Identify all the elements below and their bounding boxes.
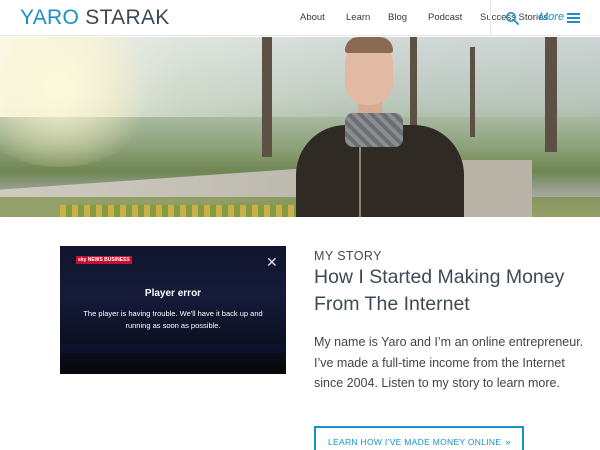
logo-first-name: YARO	[20, 6, 80, 29]
site-header: YARO STARAK About Learn Blog Podcast Suc…	[0, 0, 600, 36]
news-channel-logo: sky NEWS BUSINESS	[76, 256, 132, 264]
stone-bench	[462, 160, 532, 217]
section-eyebrow: MY STORY	[314, 249, 382, 263]
tree-trunk	[545, 37, 557, 152]
player-error-title: Player error	[144, 288, 202, 299]
tree-trunk	[262, 37, 272, 157]
story-headline: How I Started Making Money From The Inte…	[314, 266, 565, 315]
more-menu-label[interactable]: More	[539, 11, 564, 23]
nav-item-learn[interactable]: Learn	[346, 12, 370, 23]
hero-image	[0, 37, 600, 217]
player-error-message: The player is having trouble. We'll have…	[83, 309, 263, 330]
close-icon[interactable]: ✕	[266, 254, 278, 271]
lamp-post	[470, 47, 475, 137]
learn-more-label: LEARN HOW I’VE MADE MONEY ONLINE	[328, 437, 502, 447]
flower-bed	[60, 205, 300, 217]
story-body: My name is Yaro and I’m an online entrep…	[314, 335, 584, 390]
nav-item-blog[interactable]: Blog	[388, 12, 407, 23]
nav-item-about[interactable]: About	[300, 12, 325, 23]
nav-divider	[490, 0, 491, 36]
tree-trunk	[410, 37, 417, 137]
logo-last-name: STARAK	[85, 6, 170, 29]
learn-more-button[interactable]: LEARN HOW I’VE MADE MONEY ONLINE»	[314, 426, 524, 450]
hamburger-icon[interactable]	[567, 13, 580, 23]
search-icon[interactable]	[505, 11, 519, 25]
video-player[interactable]: sky NEWS BUSINESS ✕ Player error The pla…	[60, 246, 286, 374]
double-chevron-right-icon: »	[505, 437, 511, 447]
person-scarf	[345, 113, 403, 147]
nav-item-podcast[interactable]: Podcast	[428, 12, 462, 23]
site-logo[interactable]: YARO STARAK	[20, 6, 170, 30]
